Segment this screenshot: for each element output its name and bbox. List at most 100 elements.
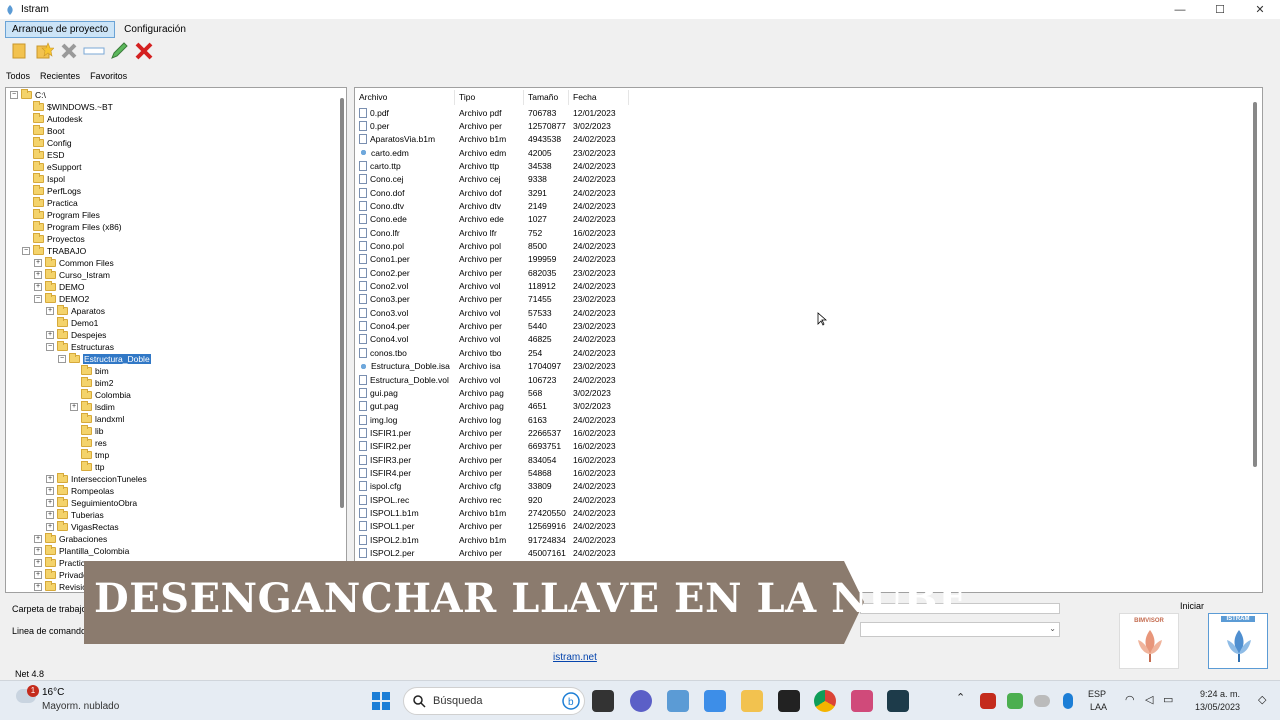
tree-item[interactable]: + Aparatos [46, 305, 105, 317]
expand-toggle-icon[interactable]: − [10, 91, 18, 99]
teams-chat-icon[interactable] [630, 690, 652, 712]
clock-date[interactable]: 13/05/2023 [1195, 702, 1240, 712]
remove-gray-x-icon[interactable] [58, 40, 80, 62]
expand-toggle-icon[interactable]: + [34, 571, 42, 579]
tree-item[interactable]: + Curso_Istram [34, 269, 110, 281]
file-row[interactable]: gui.pag Archivo pag 568 3/02/2023 [355, 386, 629, 399]
delete-red-x-icon[interactable] [133, 40, 155, 62]
file-row[interactable]: Cono.dof Archivo dof 3291 24/02/2023 [355, 186, 629, 199]
tree-item[interactable]: bim2 [70, 377, 113, 389]
file-row[interactable]: Cono3.per Archivo per 71455 23/02/2023 [355, 293, 629, 306]
file-row[interactable]: ISFIR1.per Archivo per 2266537 16/02/2023 [355, 426, 629, 439]
folder-tree[interactable]: − C:\ $WINDOWS.~BT Autodesk Boot Config ESD eSu… [5, 87, 347, 593]
file-list-scrollbar[interactable] [1253, 102, 1257, 467]
bimvisor-launch-button[interactable]: BIMVISOR [1119, 613, 1179, 669]
tray-app-red-icon[interactable] [980, 693, 996, 709]
column-header-fecha[interactable]: Fecha [569, 90, 629, 105]
file-row[interactable]: Cono1.per Archivo per 199959 24/02/2023 [355, 253, 629, 266]
open-folder-icon[interactable] [8, 40, 30, 62]
file-row[interactable]: AparatosVia.b1m Archivo b1m 4943538 24/02/2… [355, 133, 629, 146]
tree-item[interactable]: Colombia [70, 389, 131, 401]
tree-item[interactable]: Program Files (x86) [22, 221, 122, 233]
windows-start-icon[interactable] [370, 690, 392, 712]
expand-toggle-icon[interactable]: + [46, 499, 54, 507]
file-row[interactable]: ispol.cfg Archivo cfg 33809 24/02/2023 [355, 480, 629, 493]
weather-temperature[interactable]: 16°C [42, 687, 64, 698]
terminal-app-icon[interactable] [887, 690, 909, 712]
file-row[interactable]: Cono4.vol Archivo vol 46825 24/02/2023 [355, 333, 629, 346]
file-row[interactable]: Cono4.per Archivo per 5440 23/02/2023 [355, 320, 629, 333]
tree-item[interactable]: + InterseccionTuneles [46, 473, 147, 485]
tab-favoritos[interactable]: Favoritos [88, 70, 129, 82]
notification-bell-icon[interactable]: ◇ [1258, 693, 1266, 706]
expand-toggle-icon[interactable]: − [22, 247, 30, 255]
tree-item[interactable]: Autodesk [22, 113, 82, 125]
file-row[interactable]: Cono3.vol Archivo vol 57533 24/02/2023 [355, 306, 629, 319]
battery-icon[interactable]: ▭ [1163, 693, 1173, 706]
tree-item[interactable]: + Despejes [46, 329, 106, 341]
taskbar-search-box[interactable]: Búsqueda b [403, 687, 585, 715]
tree-item[interactable]: ttp [70, 461, 104, 473]
file-row[interactable]: img.log Archivo log 6163 24/02/2023 [355, 413, 629, 426]
file-row[interactable]: gut.pag Archivo pag 4651 3/02/2023 [355, 400, 629, 413]
expand-toggle-icon[interactable]: + [46, 307, 54, 315]
file-row[interactable]: ISPOL2.per Archivo per 45007161 24/02/2023 [355, 547, 629, 560]
menu-configuracion[interactable]: Configuración [118, 22, 192, 37]
edit-pencil-icon[interactable] [108, 40, 130, 62]
file-row[interactable]: Estructura_Doble.isa Archivo isa 1704097 23… [355, 360, 629, 373]
expand-toggle-icon[interactable]: − [34, 295, 42, 303]
tree-item[interactable]: PerfLogs [22, 185, 81, 197]
file-row[interactable]: Cono.pol Archivo pol 8500 24/02/2023 [355, 240, 629, 253]
expand-toggle-icon[interactable]: + [46, 487, 54, 495]
istram-taskbar-icon[interactable] [667, 690, 689, 712]
tree-scrollbar[interactable] [340, 98, 344, 508]
file-row[interactable]: Cono.dtv Archivo dtv 2149 24/02/2023 [355, 199, 629, 212]
expand-toggle-icon[interactable]: + [34, 283, 42, 291]
file-row[interactable]: Cono2.per Archivo per 682035 23/02/2023 [355, 266, 629, 279]
file-row[interactable]: carto.ttp Archivo ttp 34538 24/02/2023 [355, 159, 629, 172]
weather-description[interactable]: Mayorm. nublado [42, 701, 119, 712]
file-row[interactable]: ISPOL2.b1m Archivo b1m 91724834 24/02/2023 [355, 533, 629, 546]
file-row[interactable]: 0.per Archivo per 12570877 3/02/2023 [355, 119, 629, 132]
tree-item[interactable]: Practica [22, 197, 78, 209]
tree-item[interactable]: − C:\ [10, 89, 46, 101]
expand-toggle-icon[interactable]: + [34, 535, 42, 543]
expand-toggle-icon[interactable]: + [34, 259, 42, 267]
tree-item[interactable]: ESD [22, 149, 64, 161]
expand-toggle-icon[interactable]: + [34, 559, 42, 567]
expand-toggle-icon[interactable]: + [46, 511, 54, 519]
tree-item[interactable]: − Estructuras [46, 341, 114, 353]
language-indicator-2[interactable]: LAA [1090, 702, 1107, 712]
task-view-icon[interactable] [592, 690, 614, 712]
expand-toggle-icon[interactable]: − [46, 343, 54, 351]
file-row[interactable]: ISFIR2.per Archivo per 6693751 16/02/2023 [355, 440, 629, 453]
wifi-icon[interactable]: ◠ [1125, 693, 1135, 706]
file-row[interactable]: Cono2.vol Archivo vol 118912 24/02/2023 [355, 280, 629, 293]
file-row[interactable]: ISPOL1.per Archivo per 12569916 24/02/2023 [355, 520, 629, 533]
tree-item[interactable]: + Common Files [34, 257, 114, 269]
tree-item[interactable]: − DEMO2 [34, 293, 89, 305]
tree-item[interactable]: Proyectos [22, 233, 85, 245]
tree-item[interactable]: landxml [70, 413, 124, 425]
istram-website-link[interactable]: istram.net [553, 652, 597, 663]
tree-item[interactable]: Boot [22, 125, 65, 137]
expand-toggle-icon[interactable]: + [46, 475, 54, 483]
tree-item[interactable]: res [70, 437, 107, 449]
file-row[interactable]: carto.edm Archivo edm 42005 23/02/2023 [355, 146, 629, 159]
tab-recientes[interactable]: Recientes [38, 70, 82, 82]
tray-app-green-icon[interactable] [1007, 693, 1023, 709]
expand-toggle-icon[interactable]: − [58, 355, 66, 363]
tree-item[interactable]: + SeguimientoObra [46, 497, 137, 509]
microphone-icon[interactable] [1063, 693, 1073, 709]
expand-toggle-icon[interactable]: + [46, 331, 54, 339]
tree-item[interactable]: lib [70, 425, 104, 437]
app-a-icon[interactable] [704, 690, 726, 712]
tree-item[interactable]: − TRABAJO [22, 245, 86, 257]
tray-chevron-up-icon[interactable]: ⌃ [956, 691, 965, 704]
clock-time[interactable]: 9:24 a. m. [1200, 689, 1240, 699]
tree-item[interactable]: + Plantilla_Colombia [34, 545, 129, 557]
tree-item[interactable]: + Tuberias [46, 509, 104, 521]
column-header-tipo[interactable]: Tipo [455, 90, 524, 105]
tree-item[interactable]: Config [22, 137, 72, 149]
file-row[interactable]: Cono.lfr Archivo lfr 752 16/02/2023 [355, 226, 629, 239]
